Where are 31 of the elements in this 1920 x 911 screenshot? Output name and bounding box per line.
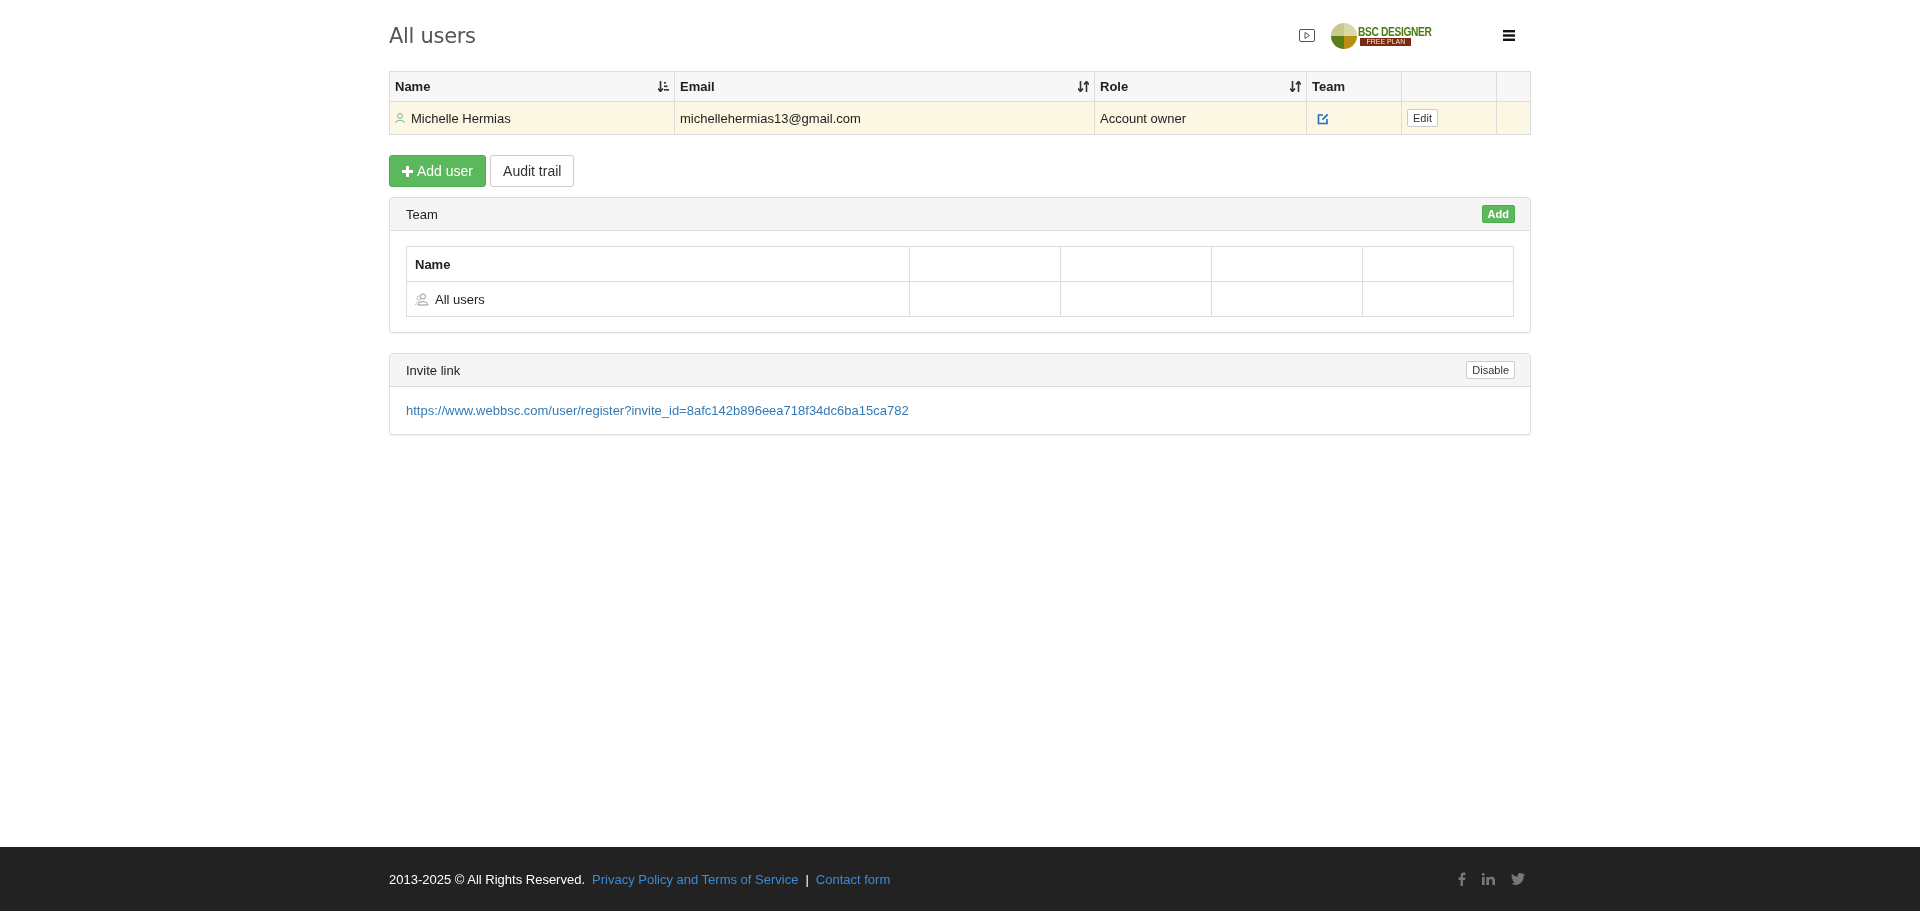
panel-title: Invite link [406,362,461,378]
invite-link[interactable]: https://www.webbsc.com/user/register?invite_id=8afc142b896eea718f34dc6ba15ca782 [406,403,909,418]
column-header[interactable]: Role [1094,71,1307,102]
plus-icon [402,165,413,177]
twitter-icon[interactable] [1511,873,1525,885]
separator: | [805,871,809,887]
column-header: Team [1306,71,1402,102]
linkedin-icon[interactable] [1482,873,1495,885]
facebook-icon[interactable] [1458,872,1466,886]
column-header[interactable]: Name [389,71,675,102]
user-icon [395,113,405,123]
edit-button[interactable]: Edit [1407,109,1438,127]
disable-button[interactable]: Disable [1466,361,1515,379]
footer-link[interactable]: Privacy Policy and Terms of Service [592,871,799,887]
user-name: Michelle Hermias [411,110,511,126]
user-role: Account owner [1100,110,1186,126]
edit-icon[interactable] [1317,113,1329,126]
copyright-text: 2013-2025 © All Rights Reserved. [389,871,586,887]
audit-trail-button[interactable]: Audit trail [490,155,575,187]
team-name[interactable]: All users [435,291,485,307]
page-title: All users [389,23,476,48]
panel-title: Team [406,206,438,222]
footer-link[interactable]: Contact form [815,871,891,887]
users-icon [415,292,429,306]
logo-icon [1331,22,1358,49]
column-header: Name [415,256,451,272]
video-icon[interactable] [1299,29,1316,42]
column-header[interactable]: Email [674,71,1095,102]
logo-name: BSC DESIGNER [1358,25,1432,38]
menu-icon[interactable] [1503,30,1515,41]
user-email: michellehermias13@gmail.com [680,110,861,126]
